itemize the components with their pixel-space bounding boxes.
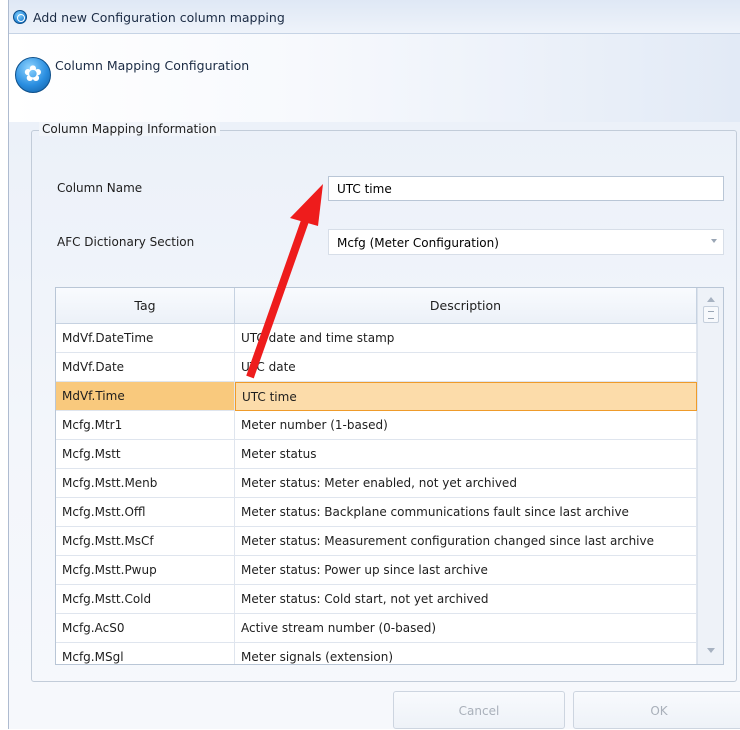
title-bar: Add new Configuration column mapping [9,0,740,34]
scroll-up-icon[interactable] [707,297,715,302]
table-row[interactable]: MdVf.DateTime UTC date and time stamp [56,324,697,353]
table-row[interactable]: Mcfg.Mtr1 Meter number (1-based) [56,411,697,440]
table-row[interactable]: Mcfg.Mstt.Menb Meter status: Meter enable… [56,469,697,498]
cancel-button[interactable]: Cancel [393,691,565,729]
tag-cell: Mcfg.Mstt.Cold [56,585,235,614]
description-cell: Meter status: Cold start, not yet archiv… [235,585,697,614]
tag-cell: Mcfg.Mstt.MsCf [56,527,235,556]
scroll-down-icon[interactable] [707,648,715,653]
tag-cell: MdVf.Date [56,353,235,382]
description-cell: Meter number (1-based) [235,411,697,440]
description-cell: Meter status: Power up since last archiv… [235,556,697,585]
window-title: Add new Configuration column mapping [33,10,285,25]
ok-button[interactable]: OK [573,691,740,729]
description-cell: Meter status: Backplane communications f… [235,498,697,527]
table-row[interactable]: Mcfg.Mstt.Pwup Meter status: Power up sin… [56,556,697,585]
dictionary-section-select[interactable]: Mcfg (Meter Configuration) [328,229,724,255]
dictionary-section-value: Mcfg (Meter Configuration) [337,236,499,250]
tag-cell: MdVf.Time [56,382,235,411]
dialog-header: ✿ Column Mapping Configuration [9,34,740,122]
tag-cell: MdVf.DateTime [56,324,235,353]
description-cell: Meter status: Meter enabled, not yet arc… [235,469,697,498]
table-row[interactable]: Mcfg.Mstt.MsCf Meter status: Measurement … [56,527,697,556]
vertical-scrollbar[interactable] [697,288,723,664]
tag-cell: Mcfg.Mtr1 [56,411,235,440]
description-cell: Meter status [235,440,697,469]
column-header-description[interactable]: Description [235,288,697,324]
tag-cell: Mcfg.Mstt.Offl [56,498,235,527]
column-name-input[interactable]: UTC time [328,176,724,201]
description-cell: Meter signals (extension) [235,643,697,664]
description-cell: UTC time [235,382,697,411]
tag-grid: Tag Description MdVf.DateTime UTC date an… [55,287,724,665]
app-icon [13,10,27,24]
description-cell: Meter status: Measurement configuration … [235,527,697,556]
tag-cell: Mcfg.Mstt.Pwup [56,556,235,585]
tag-cell: Mcfg.Mstt [56,440,235,469]
table-row[interactable]: Mcfg.Mstt Meter status [56,440,697,469]
table-row[interactable]: Mcfg.Mstt.Offl Meter status: Backplane co… [56,498,697,527]
group-legend: Column Mapping Information [39,122,220,136]
table-row-selected[interactable]: MdVf.Time UTC time [56,382,697,411]
column-name-label: Column Name [57,181,143,195]
table-row[interactable]: Mcfg.Mstt.Cold Meter status: Cold start, … [56,585,697,614]
chevron-down-icon[interactable] [711,239,717,243]
header-title: Column Mapping Configuration [55,58,250,73]
description-cell: UTC date and time stamp [235,324,697,353]
dialog-window: Add new Configuration column mapping ✿ C… [8,0,740,729]
grid-header: Tag Description [56,288,697,324]
tag-cell: Mcfg.MSgl [56,643,235,664]
tag-cell: Mcfg.AcS0 [56,614,235,643]
column-header-tag[interactable]: Tag [56,288,235,324]
grid-body: Tag Description MdVf.DateTime UTC date an… [56,288,697,664]
table-row[interactable]: Mcfg.AcS0 Active stream number (0-based) [56,614,697,643]
table-row[interactable]: Mcfg.MSgl Meter signals (extension) [56,643,697,664]
runner-icon: ✿ [15,57,51,93]
scroll-thumb[interactable] [703,306,719,323]
description-cell: UTC date [235,353,697,382]
tag-cell: Mcfg.Mstt.Menb [56,469,235,498]
dictionary-section-label: AFC Dictionary Section [57,235,195,249]
table-row[interactable]: MdVf.Date UTC date [56,353,697,382]
description-cell: Active stream number (0-based) [235,614,697,643]
